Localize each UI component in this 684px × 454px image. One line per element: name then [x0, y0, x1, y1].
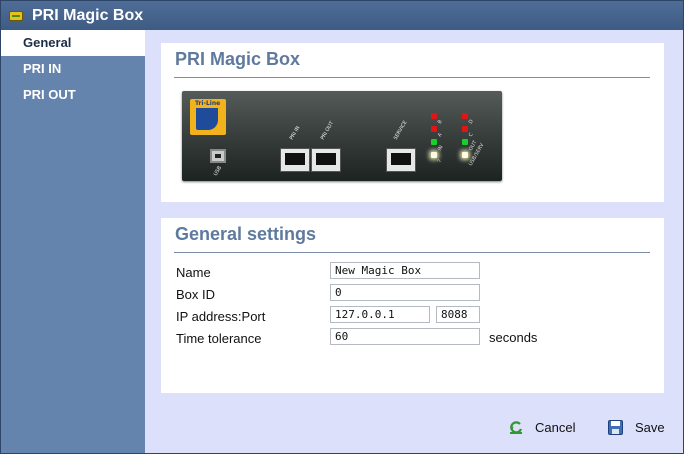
service-port-icon — [386, 148, 416, 172]
led-label-in: IN — [436, 144, 445, 152]
port-input[interactable]: 8088 — [436, 306, 480, 323]
service-label: SERVICE — [392, 119, 409, 141]
led-a-icon — [431, 126, 437, 132]
box-id-label: Box ID — [176, 287, 216, 302]
sidebar-item-pri-in[interactable]: PRI IN — [1, 56, 145, 82]
name-label: Name — [176, 265, 211, 280]
name-input[interactable]: New Magic Box — [330, 262, 480, 279]
time-tolerance-input[interactable]: 60 — [330, 328, 480, 345]
panel-divider — [174, 77, 650, 78]
led-status-icon — [431, 152, 437, 158]
usb-port-icon — [210, 149, 226, 163]
box-id-input[interactable]: 0 — [330, 284, 480, 301]
led-usb-serv-icon — [462, 152, 468, 158]
device-panel: PRI Magic Box Tri-Line USB PRI IN PRI OU… — [161, 43, 664, 202]
title-bar: PRI Magic Box — [1, 1, 683, 30]
device-image: Tri-Line USB PRI IN PRI OUT SERVICE B A … — [182, 91, 502, 181]
led-b-icon — [431, 113, 437, 119]
sidebar-item-general[interactable]: General — [1, 30, 145, 56]
logo-text: Tri-Line — [195, 100, 221, 107]
led-label-b: B — [436, 119, 444, 125]
app-icon — [9, 10, 23, 21]
sidebar-item-pri-out[interactable]: PRI OUT — [1, 82, 145, 108]
led-in-icon — [431, 139, 437, 145]
led-label-status: ? — [436, 158, 444, 164]
save-label: Save — [635, 420, 665, 435]
tri-line-logo: Tri-Line — [190, 99, 226, 135]
led-label-d: D — [467, 118, 475, 125]
pri-in-port-icon — [280, 148, 310, 172]
pri-out-port-icon — [311, 148, 341, 172]
logo-mark — [196, 108, 218, 130]
cancel-button[interactable]: Cancel — [509, 420, 575, 435]
cancel-label: Cancel — [535, 420, 576, 435]
led-out-icon — [462, 139, 468, 145]
pri-out-label: PRI OUT — [319, 120, 336, 141]
led-label-c: C — [467, 131, 475, 138]
usb-label: USB — [212, 165, 224, 177]
led-d-icon — [462, 113, 468, 119]
sidebar: General PRI IN PRI OUT — [1, 30, 145, 453]
save-icon — [608, 420, 623, 435]
window-title: PRI Magic Box — [32, 6, 144, 24]
save-button[interactable]: Save — [608, 420, 665, 435]
device-panel-title: PRI Magic Box — [175, 49, 301, 69]
app-window: PRI Magic Box General PRI IN PRI OUT PRI… — [0, 0, 684, 454]
ip-address-label: IP address:Port — [176, 309, 266, 324]
led-label-a: A — [436, 132, 444, 138]
pri-in-label: PRI IN — [288, 125, 302, 141]
cancel-icon — [509, 420, 523, 434]
ip-address-input[interactable]: 127.0.0.1 — [330, 306, 430, 323]
time-tolerance-unit: seconds — [489, 330, 538, 345]
settings-panel-title: General settings — [175, 224, 317, 244]
time-tolerance-label: Time tolerance — [176, 331, 262, 346]
panel-divider — [174, 252, 650, 253]
general-settings-panel: General settings Name New Magic Box Box … — [161, 218, 664, 393]
led-c-icon — [462, 126, 468, 132]
